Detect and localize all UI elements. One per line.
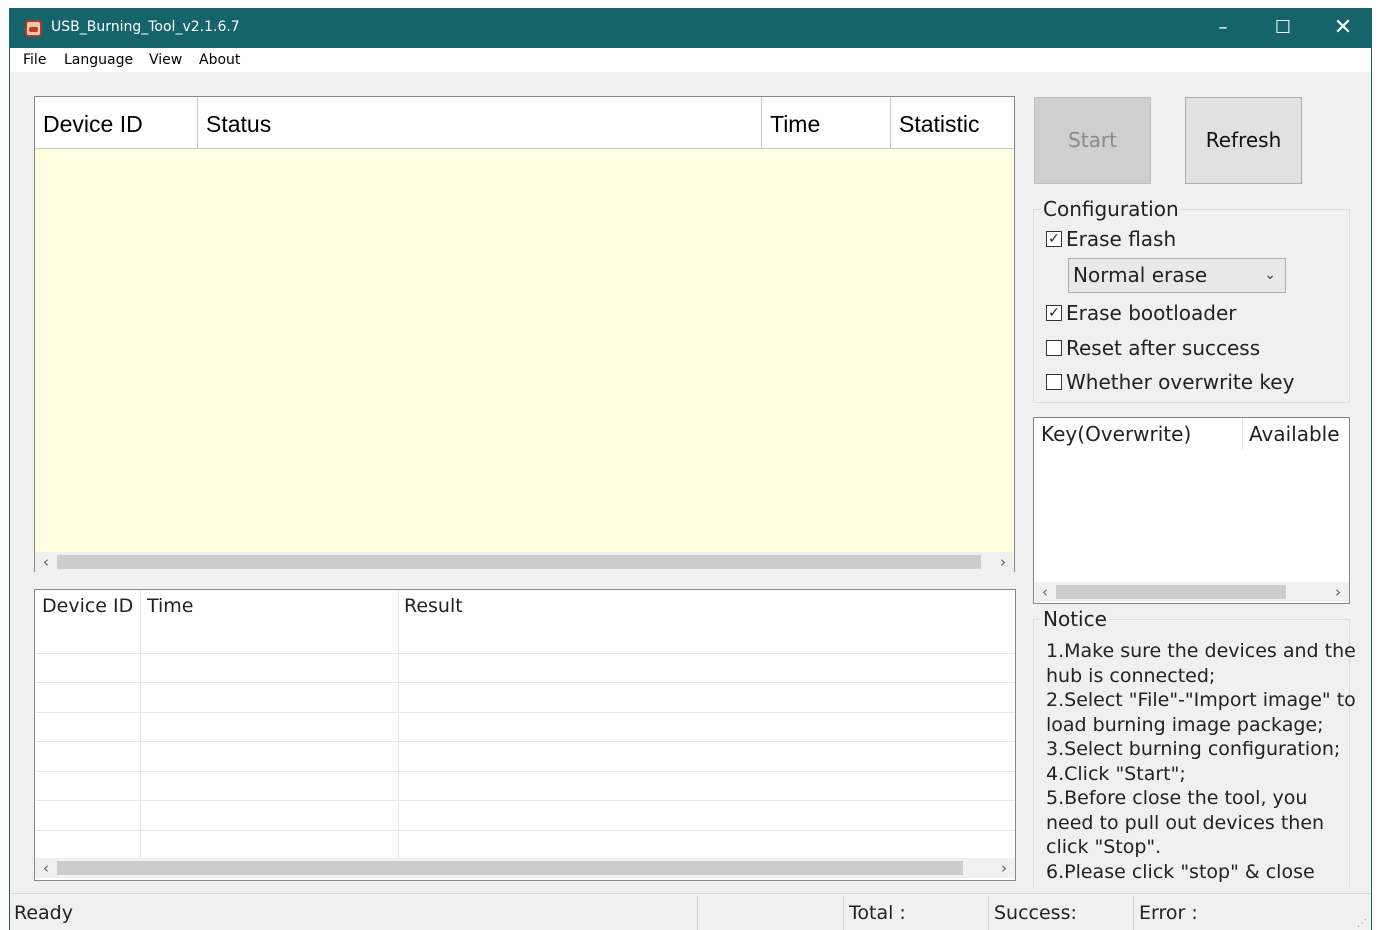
- log-list-scrollbar[interactable]: ‹ ›: [35, 858, 1015, 878]
- maximize-button[interactable]: ☐: [1253, 9, 1313, 48]
- log-list[interactable]: Device ID Time Result ‹ ›: [34, 589, 1016, 881]
- scroll-right-icon[interactable]: ›: [995, 858, 1013, 878]
- scroll-left-icon[interactable]: ‹: [37, 858, 55, 878]
- column-device-id[interactable]: Device ID: [35, 97, 198, 149]
- log-column-device-id: [35, 590, 141, 858]
- status-divider: [697, 896, 698, 930]
- key-header-overwrite[interactable]: Key(Overwrite): [1041, 422, 1191, 446]
- scroll-left-icon[interactable]: ‹: [37, 552, 55, 572]
- column-time[interactable]: Time: [762, 97, 891, 149]
- chevron-down-icon: ⌄: [1264, 267, 1276, 283]
- erase-bootloader-label: Erase bootloader: [1066, 301, 1237, 325]
- menu-bar: File Language View About: [10, 48, 1371, 72]
- overwrite-key-label: Whether overwrite key: [1066, 370, 1295, 394]
- device-list[interactable]: Device ID Status Time Statistic ‹ ›: [34, 96, 1015, 572]
- scroll-right-icon[interactable]: ›: [994, 552, 1012, 572]
- status-bar: Ready Total : Success: Error : ⋰: [10, 893, 1371, 930]
- erase-bootloader-checkbox[interactable]: ✓ Erase bootloader: [1046, 301, 1236, 325]
- log-column-time: [141, 590, 399, 858]
- log-header-time[interactable]: Time: [147, 595, 194, 617]
- row-line: [35, 800, 1015, 801]
- scroll-thumb[interactable]: [1056, 585, 1286, 599]
- scroll-thumb[interactable]: [57, 861, 963, 875]
- erase-flash-label: Erase flash: [1066, 227, 1177, 251]
- status-error: Error :: [1139, 902, 1198, 924]
- title-bar[interactable]: USB_Burning_Tool_v2.1.6.7 – ☐ ✕: [10, 9, 1371, 48]
- minimize-button[interactable]: –: [1193, 9, 1253, 48]
- configuration-title: Configuration: [1041, 197, 1181, 221]
- erase-flash-checkbox[interactable]: ✓ Erase flash: [1046, 227, 1176, 251]
- row-line: [35, 653, 1015, 654]
- scroll-right-icon[interactable]: ›: [1329, 582, 1347, 602]
- refresh-button[interactable]: Refresh: [1185, 97, 1302, 184]
- menu-file[interactable]: File: [23, 52, 46, 68]
- key-header-available[interactable]: Available: [1249, 422, 1340, 446]
- erase-mode-value: Normal erase: [1073, 263, 1208, 287]
- row-line: [35, 771, 1015, 772]
- checkbox-unchecked-icon[interactable]: [1046, 373, 1062, 390]
- close-button[interactable]: ✕: [1313, 9, 1371, 48]
- column-status[interactable]: Status: [198, 97, 762, 149]
- scroll-thumb[interactable]: [57, 555, 981, 569]
- menu-view[interactable]: View: [149, 52, 182, 68]
- key-column-divider: [1242, 418, 1243, 450]
- status-divider: [843, 896, 844, 930]
- device-list-scrollbar[interactable]: ‹ ›: [35, 552, 1014, 572]
- menu-language[interactable]: Language: [64, 52, 133, 68]
- reset-after-success-label: Reset after success: [1066, 336, 1261, 360]
- log-header-result[interactable]: Result: [404, 595, 463, 617]
- app-window: USB_Burning_Tool_v2.1.6.7 – ☐ ✕ File Lan…: [9, 8, 1372, 930]
- status-divider: [1133, 896, 1134, 930]
- key-table-scrollbar[interactable]: ‹ ›: [1034, 582, 1349, 602]
- log-header-device-id[interactable]: Device ID: [42, 595, 133, 617]
- scroll-left-icon[interactable]: ‹: [1036, 582, 1054, 602]
- resize-grip-icon[interactable]: ⋰: [1357, 918, 1367, 929]
- reset-after-success-checkbox[interactable]: Reset after success: [1046, 336, 1260, 360]
- checkbox-checked-icon[interactable]: ✓: [1046, 230, 1062, 247]
- key-table[interactable]: Key(Overwrite) Available ‹ ›: [1033, 417, 1350, 604]
- menu-about[interactable]: About: [199, 52, 240, 68]
- status-total: Total :: [849, 902, 906, 924]
- status-success: Success:: [994, 902, 1077, 924]
- status-divider: [988, 896, 989, 930]
- row-line: [35, 741, 1015, 742]
- notice-title: Notice: [1041, 607, 1109, 631]
- overwrite-key-checkbox[interactable]: Whether overwrite key: [1046, 370, 1294, 394]
- erase-mode-select[interactable]: Normal erase ⌄: [1068, 258, 1286, 293]
- notice-text: 1.Make sure the devices and the hub is c…: [1046, 640, 1356, 883]
- checkbox-checked-icon[interactable]: ✓: [1046, 304, 1062, 321]
- checkbox-unchecked-icon[interactable]: [1046, 339, 1062, 356]
- row-line: [35, 830, 1015, 831]
- start-button[interactable]: Start: [1034, 97, 1151, 184]
- status-state: Ready: [14, 902, 73, 924]
- row-line: [35, 682, 1015, 683]
- column-statistic[interactable]: Statistic: [891, 97, 1014, 149]
- row-line: [35, 712, 1015, 713]
- app-icon: [25, 20, 42, 37]
- window-title: USB_Burning_Tool_v2.1.6.7: [51, 19, 240, 35]
